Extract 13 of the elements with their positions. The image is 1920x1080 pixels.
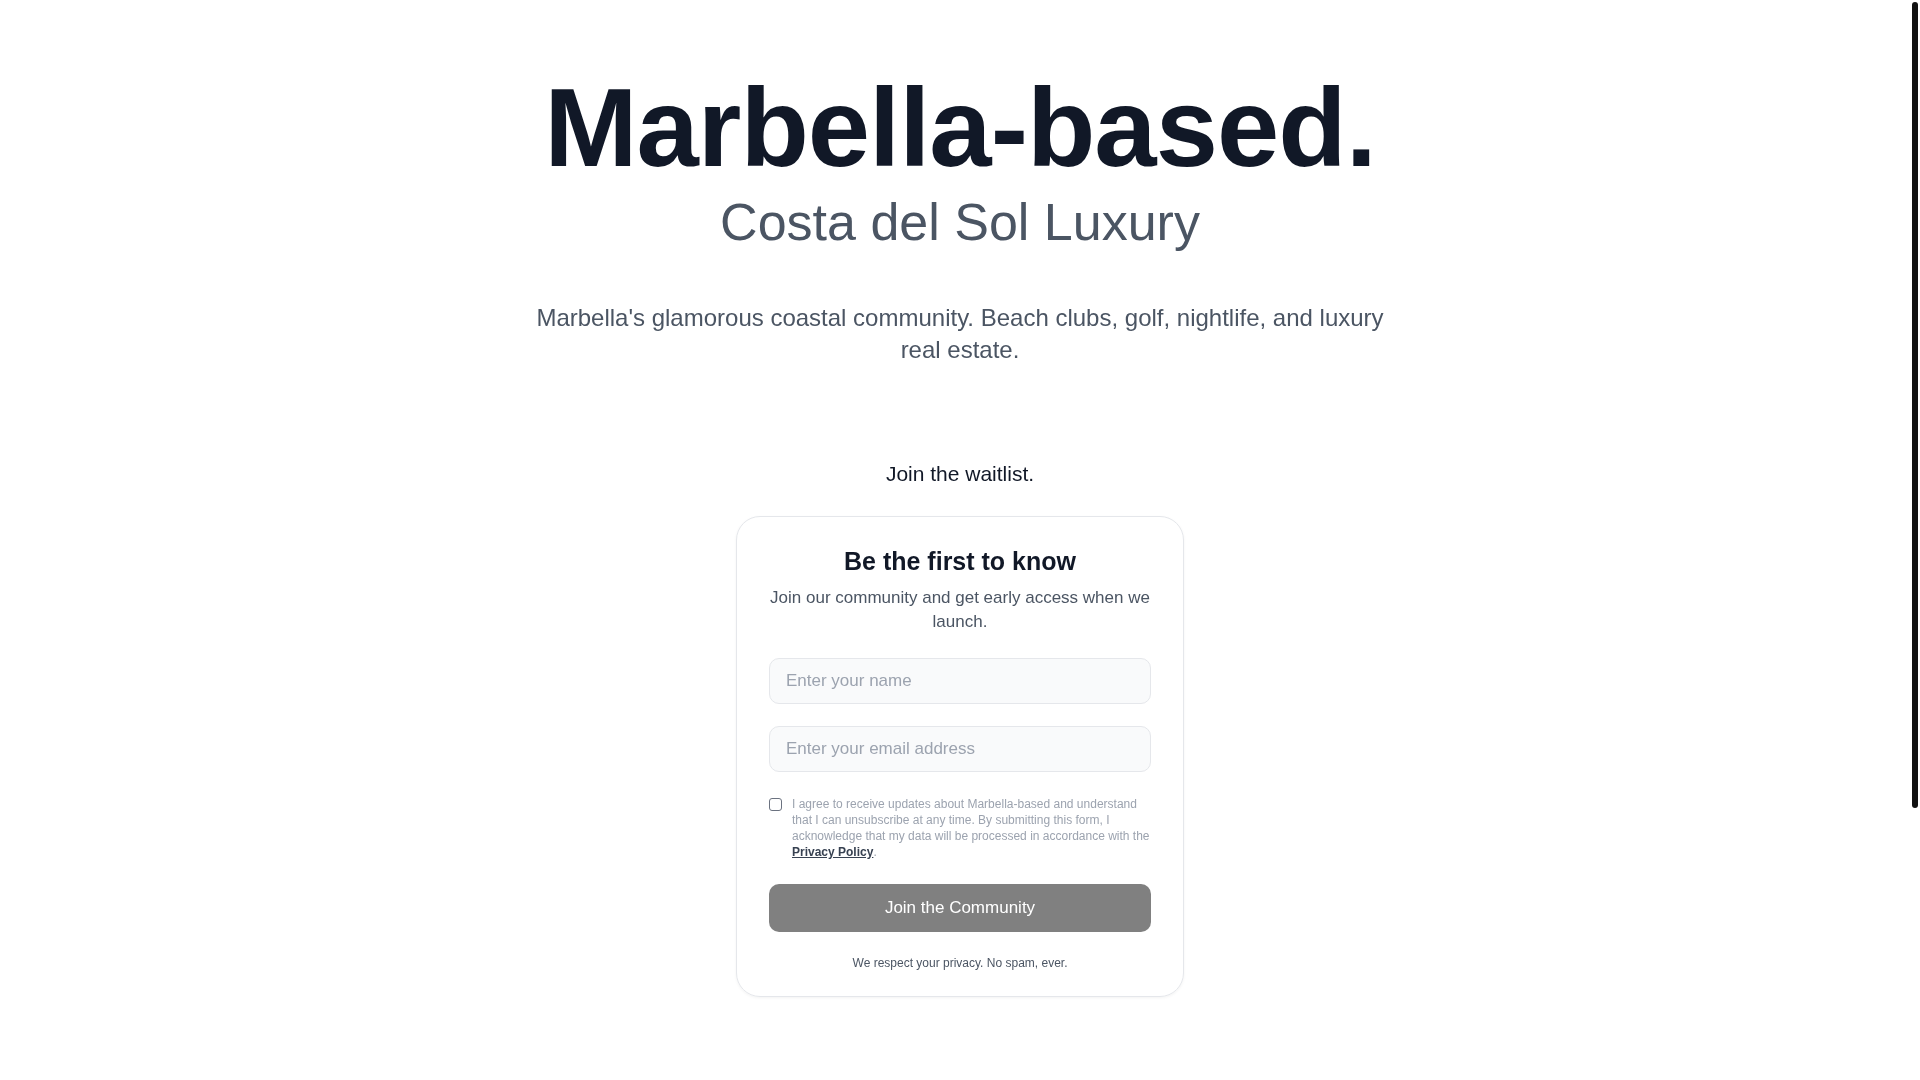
card-title: Be the first to know [843, 546, 1077, 576]
consent-text: I agree to receive updates about Marbella-based and understand that I can unsubscribe at any time. By submitting this form, I acknowledge that my data will be processed in accordance with the Privacy Policy. [792, 795, 1151, 860]
card-subtitle: Join our community and get early access when we launch. [769, 586, 1151, 633]
hero-subtitle: Costa del Sol Luxury [720, 192, 1200, 254]
input-field[interactable]: Enter your name [769, 657, 1151, 704]
waitlist-heading: Join the waitlist. [885, 461, 1035, 486]
consent-checkbox[interactable] [769, 797, 782, 811]
hero-description: Marbella's glamorous coastal community. Beach clubs, golf, nightlife, and luxury real estate. [535, 302, 1385, 365]
scrollbar-thumb[interactable] [1912, 2, 1918, 808]
privacy-note: We respect your privacy. No spam, ever. [851, 955, 1069, 970]
hero-title: Marbella-based. [544, 66, 1376, 190]
privacy-policy-link[interactable]: Privacy Policy [792, 844, 874, 859]
input-field[interactable]: Enter your email address [769, 725, 1151, 772]
